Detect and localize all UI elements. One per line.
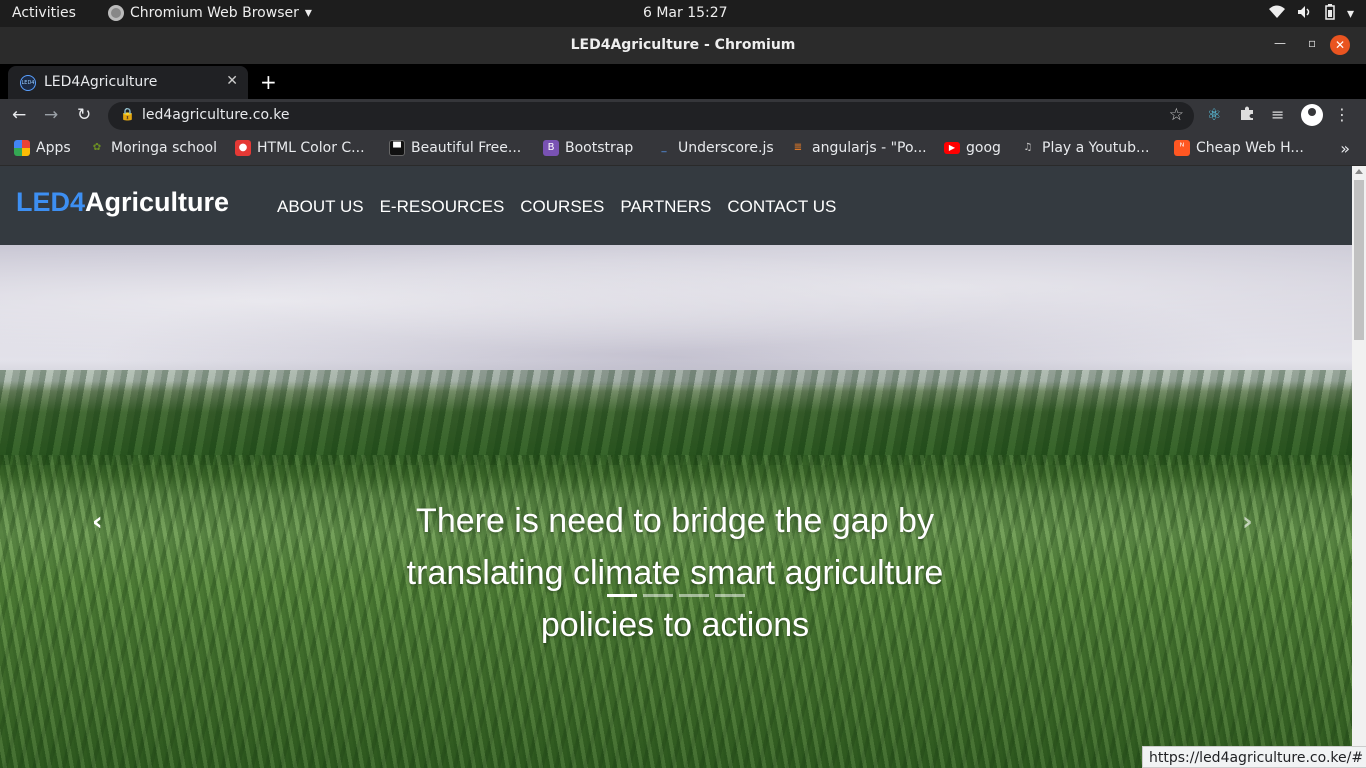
hero-carousel: ‹ › There is need to bridge the gap by t… [0,245,1352,768]
system-top-bar: Activities Chromium Web Browser ▾ 6 Mar … [0,0,1366,27]
nav-partners[interactable]: PARTNERS [620,197,711,217]
react-devtools-icon[interactable]: ⚛ [1207,105,1221,124]
back-arrow-icon[interactable]: ← [12,105,26,125]
bookmark-label: Beautiful Free... [411,140,522,156]
nav-contact-us[interactable]: CONTACT US [727,197,836,217]
carousel-indicator[interactable] [643,594,673,597]
nav-e-resources[interactable]: E-RESOURCES [380,197,505,217]
carousel-prev-chevron-icon[interactable]: ‹ [92,507,103,537]
bookmark-label: Apps [36,140,71,156]
hero-sky [0,245,1352,385]
apps-grid-icon [14,140,30,156]
music-note-icon: ♫ [1023,142,1033,153]
bookmark-star-icon[interactable]: ☆ [1169,105,1184,125]
new-tab-button[interactable]: + [260,70,277,94]
minimize-icon[interactable]: — [1274,36,1286,50]
battery-icon [1325,4,1335,24]
bookmark-angularjs[interactable]: ≣ angularjs - "Po... [790,140,927,156]
tab-title: LED4Agriculture [44,74,158,90]
bookmark-label: Play a Youtub... [1042,140,1150,156]
tab-led4agriculture[interactable]: LED4 LED4Agriculture ✕ [8,66,248,99]
extensions-puzzle-icon[interactable] [1239,105,1255,125]
carousel-indicator[interactable] [715,594,745,597]
carousel-indicators [607,594,745,597]
caret-down-icon: ▾ [1346,6,1354,22]
tab-strip: LED4 LED4Agriculture ✕ + [0,64,1366,99]
address-bar[interactable]: 🔒 led4agriculture.co.ke ☆ [108,102,1194,130]
bookmark-label: Bootstrap [565,140,634,156]
bootstrap-icon: B [543,140,559,156]
bookmark-cheap-web[interactable]: ᴺ Cheap Web H... [1174,140,1304,156]
nav-about-us[interactable]: ABOUT US [277,197,364,217]
webhost-icon: ᴺ [1174,140,1190,156]
bookmark-goog[interactable]: ▶ goog [944,140,1001,156]
clock[interactable]: 6 Mar 15:27 [643,5,728,21]
close-window-button[interactable]: ✕ [1330,35,1350,55]
youtube-icon: ▶ [944,142,960,154]
site-brand[interactable]: LED4Agriculture [16,187,229,218]
stackoverflow-icon: ≣ [793,142,803,153]
menu-kebab-icon[interactable]: ⋮ [1334,105,1350,124]
window-title: LED4Agriculture - Chromium [570,37,796,53]
bookmark-html-color[interactable]: ● HTML Color C... [235,140,365,156]
link-status-bubble: https://led4agriculture.co.ke/# [1142,746,1366,768]
browser-toolbar: ← → ↻ 🔒 led4agriculture.co.ke ☆ ⚛ ≡ ⋮ [0,99,1366,133]
forward-arrow-icon[interactable]: → [44,105,58,125]
bookmark-beautiful-free[interactable]: ▀ Beautiful Free... [389,140,521,156]
carousel-indicator[interactable] [607,594,637,597]
address-url[interactable]: led4agriculture.co.ke [142,107,289,123]
bookmarks-bar: Apps ✿ Moringa school ● HTML Color C... … [0,133,1366,166]
app-menu[interactable]: Chromium Web Browser ▾ [108,5,312,21]
reload-icon[interactable]: ↻ [77,105,91,125]
brand-agriculture: Agriculture [85,187,230,217]
bookmark-label: goog [966,140,1001,156]
html-color-icon: ● [235,140,251,156]
caret-down-icon: ▾ [304,5,312,21]
maximize-icon[interactable]: ▫ [1308,36,1316,50]
bookmark-moringa-school[interactable]: ✿ Moringa school [89,140,217,156]
underscore-icon: _ [661,142,667,153]
close-tab-icon[interactable]: ✕ [226,73,238,89]
site-nav-links: ABOUT US E-RESOURCES COURSES PARTNERS CO… [277,197,836,217]
carousel-indicator[interactable] [679,594,709,597]
unsplash-icon: ▀ [389,140,405,156]
profile-avatar-icon[interactable] [1301,104,1323,126]
window-title-bar: LED4Agriculture - Chromium — ▫ ✕ [0,27,1366,64]
scrollbar-thumb[interactable] [1354,180,1364,340]
carousel-next-chevron-icon[interactable]: › [1242,507,1253,537]
system-tray[interactable]: ▾ [1268,4,1354,24]
more-bookmarks-chevron-icon[interactable]: » [1340,139,1350,158]
scroll-up-arrow-icon[interactable] [1355,169,1363,174]
app-menu-label: Chromium Web Browser [130,5,299,21]
bookmark-underscore[interactable]: _ Underscore.js [656,140,774,156]
hero-corn-row [0,370,1352,465]
site-navbar: LED4Agriculture ABOUT US E-RESOURCES COU… [0,166,1352,245]
bookmark-label: Moringa school [111,140,217,156]
hero-caption: There is need to bridge the gap by trans… [406,502,944,644]
web-page: LED4Agriculture ABOUT US E-RESOURCES COU… [0,166,1352,768]
activities-button[interactable]: Activities [12,5,76,21]
bookmark-label: Cheap Web H... [1196,140,1304,156]
chromium-icon [108,5,124,21]
page-scrollbar[interactable] [1352,166,1366,768]
bookmark-play-youtube[interactable]: ♫ Play a Youtub... [1020,140,1150,156]
brand-led: LED4 [16,187,86,217]
bookmark-label: HTML Color C... [257,140,365,156]
moringa-icon: ✿ [92,142,102,153]
volume-icon [1297,5,1313,23]
nav-courses[interactable]: COURSES [520,197,604,217]
bookmark-bootstrap[interactable]: B Bootstrap [543,140,633,156]
bookmark-label: angularjs - "Po... [812,140,927,156]
wifi-icon [1268,5,1285,23]
led4-favicon-icon: LED4 [20,75,36,91]
bookmark-apps[interactable]: Apps [14,140,71,156]
bookmark-label: Underscore.js [678,140,774,156]
lock-icon[interactable]: 🔒 [120,107,135,121]
media-queue-icon[interactable]: ≡ [1271,105,1284,124]
